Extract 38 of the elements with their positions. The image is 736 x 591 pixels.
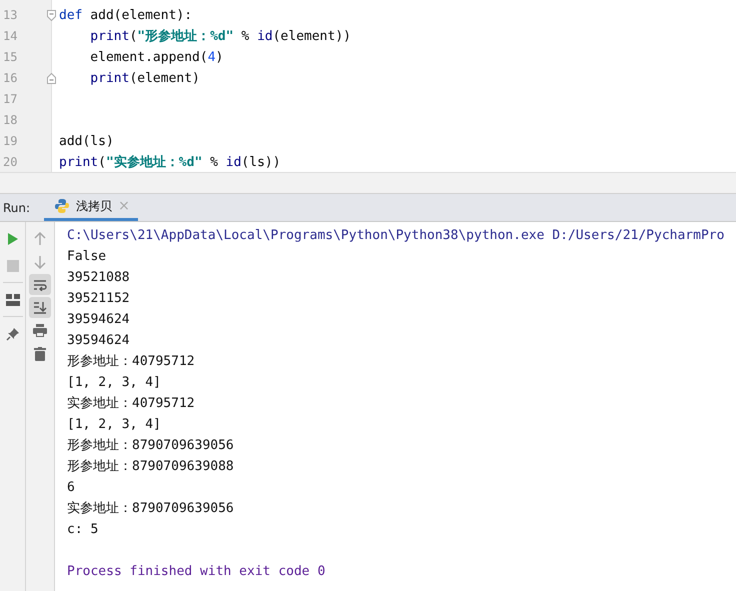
- code-line: print(element): [90, 70, 200, 88]
- console-line: 形参地址：8790709639088: [67, 458, 235, 476]
- line-number: 19: [2, 133, 18, 150]
- code-line: print("形参地址：%d" % id(element)): [90, 28, 351, 46]
- python-icon: [54, 198, 70, 214]
- line-number: 15: [2, 49, 18, 66]
- console-line: [1, 2, 3, 4]: [67, 374, 162, 392]
- fold-icon[interactable]: [47, 10, 56, 21]
- console-line: 实参地址：40795712: [67, 395, 196, 413]
- console-line: Process finished with exit code 0: [67, 563, 326, 581]
- console-line: [1, 2, 3, 4]: [67, 416, 162, 434]
- console-line: 6: [67, 479, 76, 497]
- console-line: 39594624: [67, 311, 131, 329]
- tab-title: 浅拷贝: [76, 198, 112, 214]
- code-line: element.append(4): [90, 49, 224, 67]
- fold-icon[interactable]: [47, 73, 56, 84]
- soft-wrap-icon[interactable]: [29, 274, 51, 295]
- scroll-to-end-icon[interactable]: [29, 297, 51, 318]
- run-tab[interactable]: 浅拷贝 ×: [44, 194, 138, 221]
- console-line: 实参地址：8790709639056: [67, 500, 235, 518]
- console-line: c: 5: [67, 521, 100, 539]
- line-number: 18: [2, 112, 18, 129]
- console-line: 39521152: [67, 290, 131, 308]
- console-line: 形参地址：8790709639056: [67, 437, 235, 455]
- run-label: Run:: [2, 200, 32, 216]
- line-number: 17: [2, 91, 18, 108]
- line-number: 13: [2, 7, 18, 24]
- console-line: 形参地址：40795712: [67, 353, 196, 371]
- line-number: 20: [2, 154, 18, 171]
- code-line: print("实参地址：%d" % id(ls)): [59, 154, 281, 172]
- line-number: 16: [2, 70, 18, 87]
- console-line: False: [67, 248, 108, 266]
- console-line: 39594624: [67, 332, 131, 350]
- console-line: C:\Users\21\AppData\Local\Programs\Python\Python38\python.exe D:/Users/21/PycharmPro: [67, 227, 726, 245]
- console-line: 39521088: [67, 269, 131, 287]
- line-number: 14: [2, 28, 18, 45]
- code-line: def add(element):: [59, 7, 192, 25]
- code-line: add(ls): [59, 133, 114, 151]
